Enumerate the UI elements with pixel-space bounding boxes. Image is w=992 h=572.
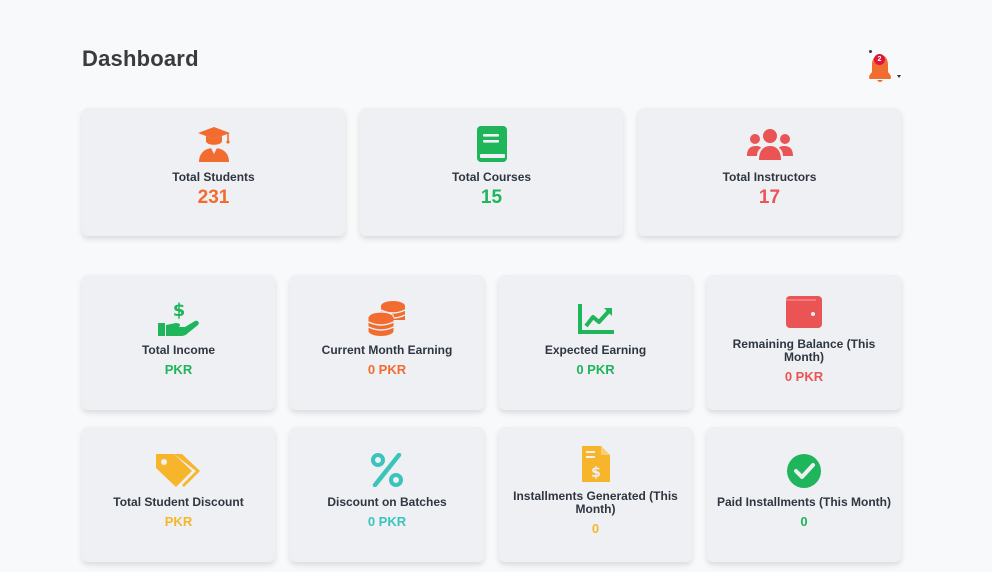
card-value: 0 bbox=[800, 514, 808, 529]
card-value: 0 PKR bbox=[367, 362, 407, 377]
card-label: Total Students bbox=[172, 170, 255, 184]
notification-bell[interactable]: 2 bbox=[864, 48, 904, 88]
card-label: Installments Generated (This Month) bbox=[513, 489, 678, 516]
card-value: PKR bbox=[164, 362, 193, 377]
notification-badge: 2 bbox=[874, 54, 885, 65]
card-value: PKR bbox=[164, 514, 193, 529]
card-label: Remaining Balance (This Month) bbox=[732, 337, 876, 364]
card-remaining-balance[interactable]: Remaining Balance (This Month) 0 PKR bbox=[707, 275, 901, 410]
svg-text:$: $ bbox=[591, 465, 601, 481]
percent-icon bbox=[371, 453, 403, 487]
graduate-icon bbox=[197, 127, 230, 162]
hand-dollar-icon: $ bbox=[157, 300, 199, 336]
card-paid-installments[interactable]: Paid Installments (This Month) 0 bbox=[707, 427, 901, 562]
card-label: Discount on Batches bbox=[327, 495, 447, 509]
chart-trend-icon bbox=[577, 304, 614, 334]
card-label: Total Courses bbox=[451, 170, 532, 184]
card-value: 0 PKR bbox=[576, 362, 615, 377]
tags-icon bbox=[155, 454, 200, 487]
card-total-student-discount[interactable]: Total Student Discount PKR bbox=[82, 427, 275, 562]
card-value: 17 bbox=[758, 187, 781, 208]
card-expected-earning[interactable]: Expected Earning 0 PKR bbox=[499, 275, 692, 410]
card-label: Total Instructors bbox=[722, 170, 817, 184]
card-total-income[interactable]: $ Total Income PKR bbox=[82, 275, 275, 410]
card-value: 231 bbox=[197, 187, 230, 208]
card-value: 0 PKR bbox=[784, 369, 824, 384]
card-discount-on-batches[interactable]: Discount on Batches 0 PKR bbox=[290, 427, 484, 562]
book-icon bbox=[476, 126, 507, 162]
card-label: Expected Earning bbox=[544, 343, 647, 357]
card-value: 0 bbox=[591, 521, 600, 536]
card-current-month-earning[interactable]: Current Month Earning 0 PKR bbox=[290, 275, 484, 410]
card-label: Current Month Earning bbox=[321, 343, 453, 357]
card-value: 0 PKR bbox=[367, 514, 407, 529]
page-title: Dashboard bbox=[82, 46, 199, 71]
invoice-dollar-icon: $ bbox=[581, 446, 610, 482]
wallet-icon bbox=[786, 296, 822, 328]
card-label: Paid Installments (This Month) bbox=[716, 495, 891, 509]
chevron-down-icon[interactable] bbox=[897, 75, 901, 78]
check-circle-icon bbox=[787, 454, 821, 488]
card-total-instructors[interactable]: Total Instructors 17 bbox=[638, 108, 901, 236]
coins-icon bbox=[368, 301, 406, 336]
card-value: 15 bbox=[480, 187, 503, 208]
card-total-students[interactable]: Total Students 231 bbox=[82, 108, 345, 236]
card-total-courses[interactable]: Total Courses 15 bbox=[360, 108, 623, 236]
card-label: Total Student Discount bbox=[113, 495, 244, 509]
card-installments-generated[interactable]: $ Installments Generated (This Month) 0 bbox=[499, 427, 692, 562]
svg-text:$: $ bbox=[172, 300, 185, 321]
card-label: Total Income bbox=[141, 343, 216, 357]
users-icon bbox=[746, 129, 793, 160]
